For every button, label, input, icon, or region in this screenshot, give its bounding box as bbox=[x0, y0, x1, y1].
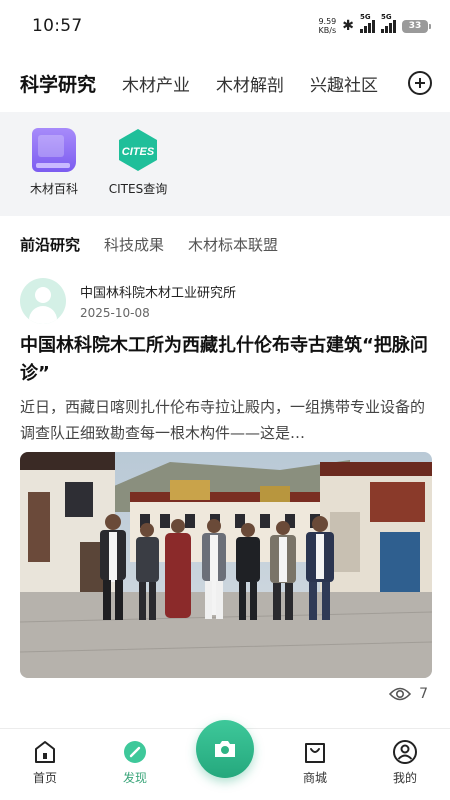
bluetooth-icon: ✱ bbox=[342, 18, 354, 34]
tab-specimen-alliance[interactable]: 木材标本联盟 bbox=[188, 234, 278, 255]
nav-profile[interactable]: 我的 bbox=[360, 729, 450, 800]
nav-discover[interactable]: 发现 bbox=[90, 729, 180, 800]
camera-button[interactable] bbox=[196, 720, 254, 778]
avatar[interactable] bbox=[20, 278, 66, 324]
tab-interest-community[interactable]: 兴趣社区 bbox=[310, 71, 378, 96]
post-date: 2025-10-08 bbox=[80, 306, 150, 320]
battery-icon: 33 bbox=[402, 19, 431, 33]
tab-wood-anatomy[interactable]: 木材解剖 bbox=[216, 71, 284, 96]
post-header[interactable]: 中国林科院木材工业研究所 2025-10-08 bbox=[20, 278, 236, 324]
status-time: 10:57 bbox=[32, 16, 83, 36]
status-icons: 9.59 KB/s ✱ 5G 5G 33 bbox=[318, 13, 431, 35]
eye-icon bbox=[389, 687, 412, 701]
sub-tabs: 前沿研究 科技成果 木材标本联盟 bbox=[0, 226, 450, 262]
svg-text:CITES: CITES bbox=[122, 146, 155, 158]
post-meta: 中国林科院木材工业研究所 2025-10-08 bbox=[80, 282, 236, 320]
profile-icon bbox=[393, 740, 417, 764]
post-image[interactable] bbox=[20, 452, 432, 678]
cites-icon: CITES bbox=[119, 129, 157, 171]
view-count: 7 bbox=[389, 686, 428, 702]
nav-shop[interactable]: 商城 bbox=[270, 729, 360, 800]
home-icon bbox=[35, 741, 55, 763]
book-icon bbox=[32, 128, 76, 172]
post-excerpt[interactable]: 近日，西藏日喀则扎什伦布寺拉让殿内，一组携带专业设备的调查队正细致勘查每一根木构… bbox=[20, 394, 432, 446]
discover-icon bbox=[124, 741, 146, 763]
shop-icon bbox=[305, 743, 325, 763]
nav-home[interactable]: 首页 bbox=[0, 729, 90, 800]
add-tab-button[interactable] bbox=[408, 71, 432, 95]
top-tabs: 科学研究 木材产业 木材解剖 兴趣社区 bbox=[0, 62, 450, 104]
tab-science-research[interactable]: 科学研究 bbox=[20, 70, 96, 97]
post-title[interactable]: 中国林科院木工所为西藏扎什伦布寺古建筑“把脉问诊” bbox=[20, 332, 432, 388]
tab-tech-achievements[interactable]: 科技成果 bbox=[104, 234, 164, 255]
shortcut-wood-encyclopedia[interactable]: 木材百科 bbox=[18, 128, 90, 216]
camera-icon bbox=[215, 741, 235, 757]
tab-frontier-research[interactable]: 前沿研究 bbox=[20, 234, 81, 259]
shortcut-cites-query[interactable]: CITES CITES查询 bbox=[102, 128, 174, 216]
shortcut-panel: 木材百科 CITES CITES查询 bbox=[0, 112, 450, 216]
tab-wood-industry[interactable]: 木材产业 bbox=[122, 71, 190, 96]
signal-icon: 5G bbox=[360, 13, 375, 33]
post-author[interactable]: 中国林科院木材工业研究所 bbox=[80, 282, 236, 301]
view-count-value: 7 bbox=[419, 686, 428, 702]
status-bar: 10:57 9.59 KB/s ✱ 5G 5G 33 bbox=[0, 0, 450, 52]
network-speed: 9.59 KB/s bbox=[318, 17, 337, 35]
group-photo-image bbox=[20, 452, 432, 678]
signal-icon: 5G bbox=[381, 13, 396, 33]
